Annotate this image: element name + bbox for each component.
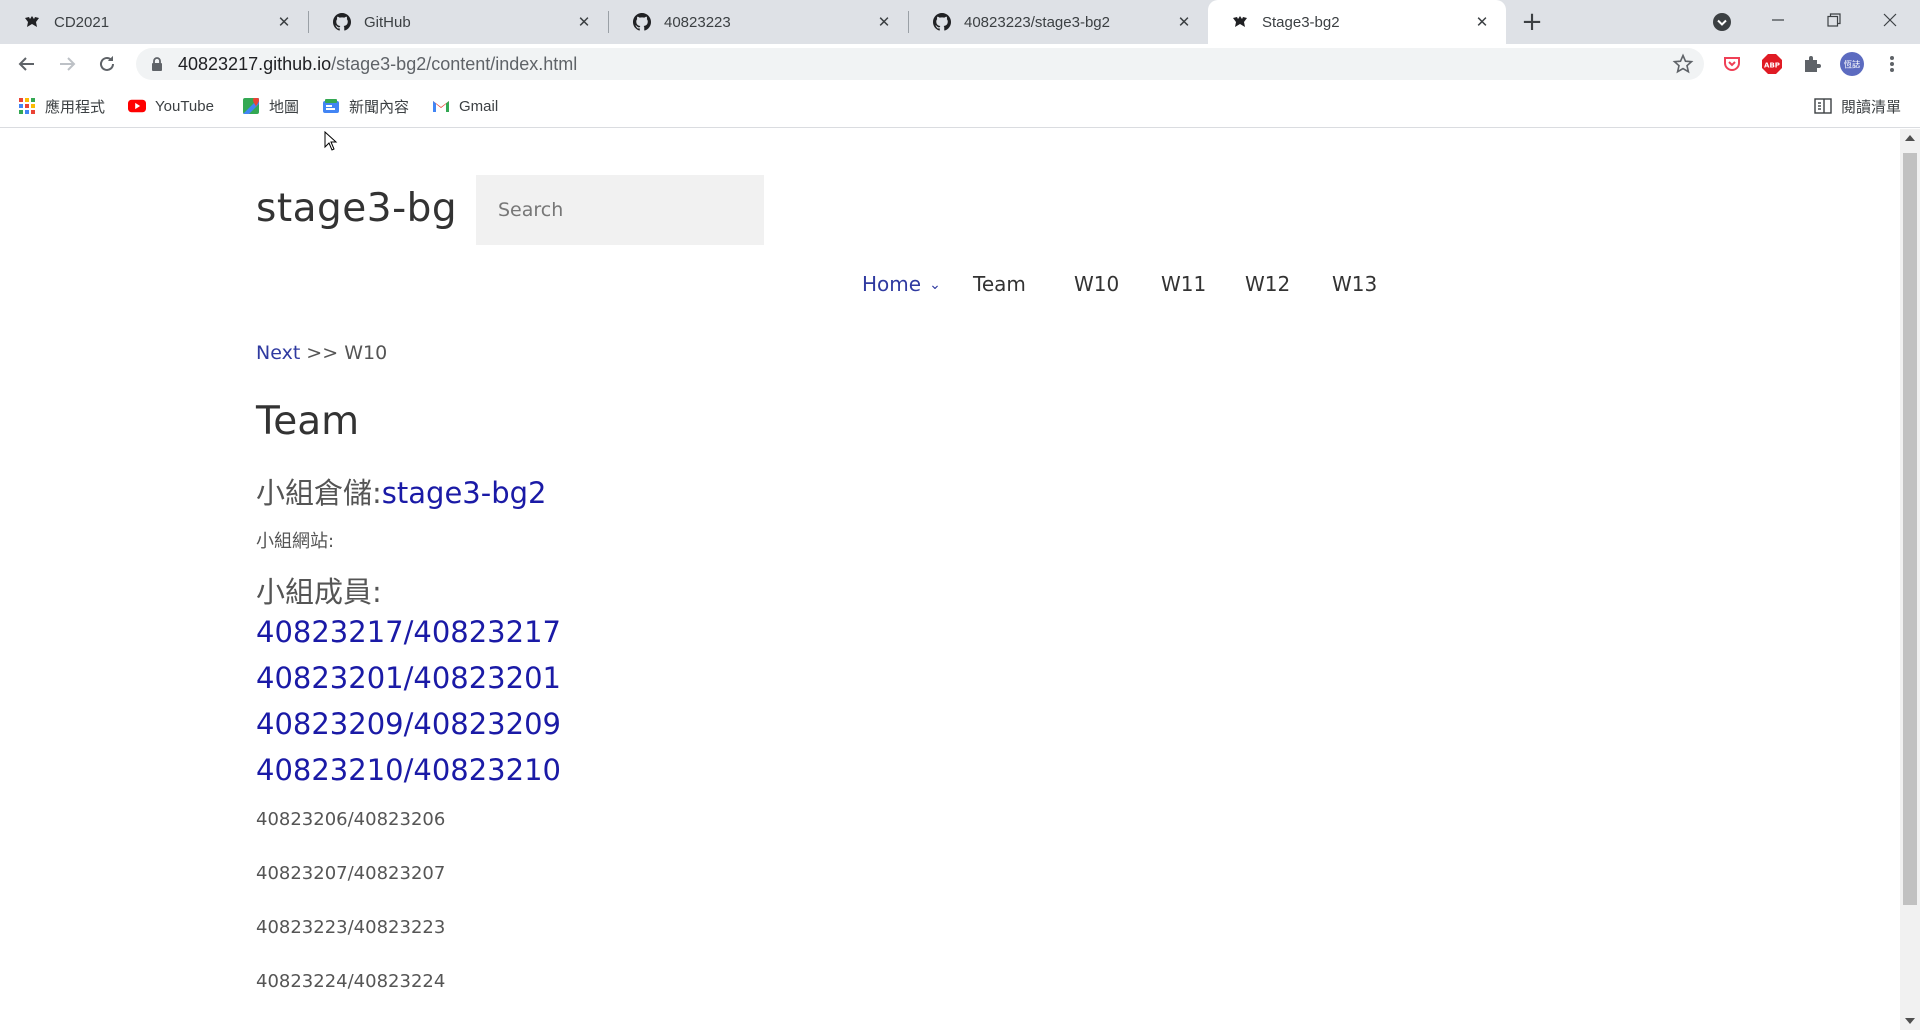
members-heading: 小組成員: — [256, 575, 382, 609]
menu-item-w10[interactable]: W10 — [1074, 272, 1119, 296]
maps-icon — [242, 97, 260, 115]
new-tab-button[interactable]: + — [1517, 7, 1547, 37]
lock-icon[interactable] — [150, 56, 166, 72]
close-icon[interactable]: ✕ — [874, 12, 894, 32]
abp-label: ABP — [1764, 62, 1780, 70]
news-icon — [322, 97, 340, 115]
menu-item-w12[interactable]: W12 — [1245, 272, 1290, 296]
member-link[interactable]: 40823201/40823201 — [256, 661, 561, 695]
pocket-extension-icon[interactable] — [1720, 52, 1744, 76]
tab-title: Stage3-bg2 — [1262, 13, 1340, 31]
tab-title: GitHub — [364, 13, 411, 31]
member-text: 40823223/40823223 — [256, 917, 446, 938]
window-close-icon[interactable] — [1862, 0, 1918, 40]
member-link[interactable]: 40823210/40823210 — [256, 753, 561, 787]
breadcrumb-separator: >> — [300, 342, 345, 364]
reload-icon[interactable] — [93, 50, 121, 78]
site-title[interactable]: stage3-bg — [256, 186, 457, 231]
repo-link[interactable]: stage3-bg2 — [382, 476, 547, 510]
bat-icon — [1230, 12, 1250, 32]
scroll-down-icon[interactable] — [1905, 1018, 1915, 1024]
bookmark-label: 新聞內容 — [349, 98, 410, 116]
tab-strip: CD2021 ✕ GitHub ✕ 40823223 ✕ 40823223/st… — [0, 0, 1920, 44]
close-icon[interactable]: ✕ — [274, 12, 294, 32]
bookmark-star-icon[interactable] — [1672, 53, 1694, 75]
back-icon[interactable] — [13, 50, 41, 78]
menu-item-team[interactable]: Team — [973, 272, 1026, 296]
bookmark-label: 應用程式 — [45, 98, 106, 116]
tab-search-icon[interactable] — [1710, 10, 1734, 34]
bookmarks-bar: 應用程式 YouTube 地圖 新聞內容 Gmail 閱讀清單 — [0, 84, 1920, 128]
browser-toolbar: 40823217.github.io/stage3-bg2/content/in… — [0, 44, 1920, 84]
tab-stage3-bg2[interactable]: Stage3-bg2 ✕ — [1208, 0, 1506, 44]
url-host: 40823217.github.io — [178, 54, 332, 74]
close-icon[interactable]: ✕ — [574, 12, 594, 32]
url-text[interactable]: 40823217.github.io/stage3-bg2/content/in… — [178, 54, 577, 75]
page-viewport: stage3-bg Home ⌄ Team W10 W11 W12 W13 Nex… — [0, 129, 1900, 1030]
page-title: Team — [256, 399, 360, 444]
tab-title: 40823223 — [664, 13, 731, 31]
member-text: 40823206/40823206 — [256, 809, 446, 830]
github-icon — [332, 12, 352, 32]
menu-item-home[interactable]: Home ⌄ — [862, 272, 941, 296]
apps-grid-icon — [18, 97, 36, 115]
page-scrollbar[interactable] — [1900, 129, 1920, 1030]
tab-divider — [608, 11, 609, 33]
tab-40823223[interactable]: 40823223 ✕ — [610, 0, 908, 44]
bookmark-apps[interactable]: 應用程式 — [18, 94, 105, 118]
tab-divider — [908, 11, 909, 33]
url-path: /stage3-bg2/content/index.html — [331, 54, 578, 74]
tab-divider — [308, 11, 309, 33]
repo-label: 小組倉儲: — [256, 476, 382, 510]
github-icon — [632, 12, 652, 32]
menu-item-w13[interactable]: W13 — [1332, 272, 1377, 296]
mouse-cursor-icon — [324, 130, 338, 151]
youtube-icon — [128, 97, 146, 115]
bookmark-label: Gmail — [459, 97, 499, 115]
tab-title: CD2021 — [54, 13, 110, 31]
tab-cd2021[interactable]: CD2021 ✕ — [0, 0, 308, 44]
next-link[interactable]: Next — [256, 342, 300, 364]
bookmark-label: 閱讀清單 — [1841, 98, 1902, 116]
avatar-label: 恆誌 — [1844, 60, 1861, 70]
breadcrumb-target: W10 — [344, 342, 388, 364]
adblock-extension-icon[interactable]: ABP — [1760, 52, 1784, 76]
close-icon[interactable]: ✕ — [1174, 12, 1194, 32]
menu-item-label: Home — [862, 272, 922, 296]
tab-github[interactable]: GitHub ✕ — [310, 0, 608, 44]
forward-icon[interactable] — [53, 50, 81, 78]
gmail-icon — [432, 97, 450, 115]
bat-icon — [22, 12, 42, 32]
member-text: 40823224/40823224 — [256, 971, 446, 992]
extensions-puzzle-icon[interactable] — [1800, 52, 1824, 76]
close-icon[interactable]: ✕ — [1472, 12, 1492, 32]
bookmark-news[interactable]: 新聞內容 — [322, 94, 409, 118]
breadcrumb: Next >> W10 — [256, 342, 387, 364]
repo-heading: 小組倉儲:stage3-bg2 — [256, 470, 546, 512]
menu-item-w11[interactable]: W11 — [1161, 272, 1206, 296]
minimize-icon[interactable] — [1750, 0, 1806, 40]
member-text: 40823207/40823207 — [256, 863, 446, 884]
search-input[interactable] — [476, 175, 764, 245]
bookmark-maps[interactable]: 地圖 — [242, 94, 299, 118]
chevron-down-icon: ⌄ — [929, 277, 941, 293]
restore-icon[interactable] — [1806, 0, 1862, 40]
bookmark-label: YouTube — [155, 97, 214, 115]
kebab-menu-icon[interactable] — [1880, 52, 1904, 76]
bookmark-gmail[interactable]: Gmail — [432, 94, 498, 118]
member-link[interactable]: 40823217/40823217 — [256, 615, 561, 649]
avatar[interactable]: 恆誌 — [1840, 52, 1864, 76]
bookmark-label: 地圖 — [269, 98, 300, 116]
tab-title: 40823223/stage3-bg2 — [964, 13, 1110, 31]
reading-list-icon — [1814, 97, 1832, 115]
tab-40823223-stage3-bg2[interactable]: 40823223/stage3-bg2 ✕ — [910, 0, 1208, 44]
member-link[interactable]: 40823209/40823209 — [256, 707, 561, 741]
site-label: 小組網站: — [256, 531, 335, 552]
scroll-up-icon[interactable] — [1905, 135, 1915, 141]
github-icon — [932, 12, 952, 32]
address-bar[interactable]: 40823217.github.io/stage3-bg2/content/in… — [136, 48, 1704, 80]
bookmark-youtube[interactable]: YouTube — [128, 94, 214, 118]
scrollbar-thumb[interactable] — [1903, 153, 1917, 905]
reading-list-button[interactable]: 閱讀清單 — [1814, 94, 1901, 118]
